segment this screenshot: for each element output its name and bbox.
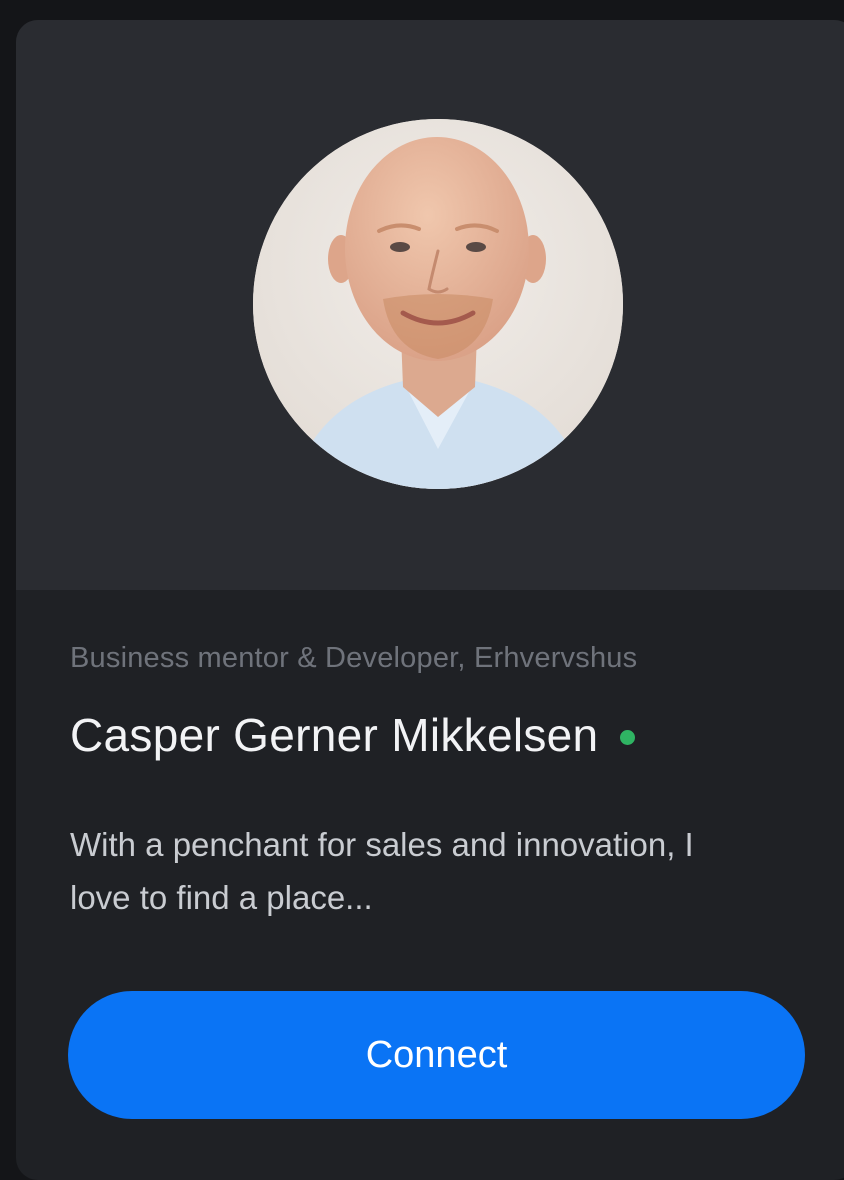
avatar[interactable]	[253, 119, 623, 489]
card-header	[16, 20, 844, 590]
connect-button[interactable]: Connect	[68, 991, 805, 1119]
avatar-photo-icon	[253, 119, 623, 489]
name-row: Casper Gerner Mikkelsen	[70, 708, 636, 762]
profile-bio: With a penchant for sales and innovation…	[70, 826, 694, 916]
online-status-icon	[620, 729, 636, 745]
profile-subtitle: Business mentor & Developer, Erhvervshus	[70, 642, 638, 674]
profile-name[interactable]: Casper Gerner Mikkelsen	[70, 708, 598, 762]
